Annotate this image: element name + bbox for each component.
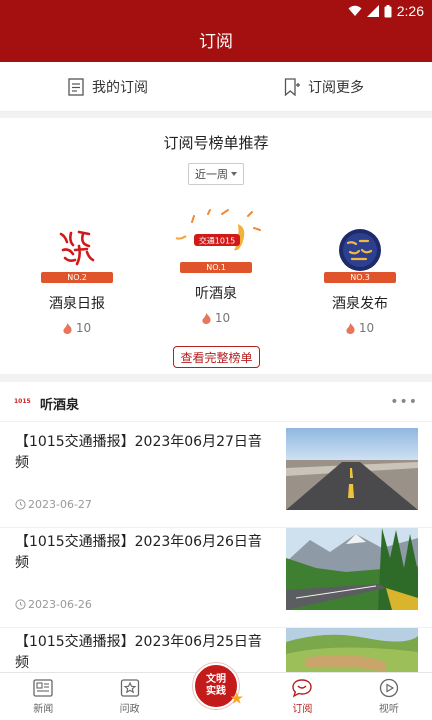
jiuquan-daily-logo — [55, 228, 99, 272]
news-title: 【1015交通播报】2023年06月25日音频 — [15, 634, 262, 671]
document-icon — [68, 77, 84, 96]
top-tabs: 我的订阅 订阅更多 — [0, 62, 432, 112]
tab-my-subscriptions-label: 我的订阅 — [92, 79, 148, 96]
period-dropdown[interactable]: 近一周 — [188, 163, 244, 185]
tab-subscribe-more-label: 订阅更多 — [308, 79, 364, 96]
jiuquan-release-logo — [338, 228, 382, 272]
nav-audio-video[interactable]: 视听 — [346, 673, 432, 720]
channel-section: 1015 听酒泉 ••• 【1015交通播报】2023年06月27日音频 202… — [0, 382, 432, 672]
status-time: 2:26 — [396, 3, 424, 19]
bookmark-add-icon — [284, 77, 300, 96]
news-date: 2023-06-27 — [15, 498, 92, 511]
battery-icon — [384, 4, 392, 17]
news-thumbnail-road — [286, 428, 418, 510]
rank-badge: NO.3 — [324, 272, 396, 283]
bottom-nav: 新闻 问政 文明实践 ★ 订阅 视听 — [0, 663, 432, 720]
nav-subscribe-label: 订阅 — [292, 704, 313, 715]
ranking-card: 订阅号榜单推荐 近一周 NO.2 酒泉日报 10 交通1015 NO.1 听酒泉… — [0, 118, 432, 374]
nav-civilization-practice[interactable]: 文明实践 ★ — [173, 663, 259, 720]
flame-icon — [63, 322, 72, 334]
news-thumbnail-hills — [286, 628, 418, 672]
ranking-item-count: 10 — [22, 321, 132, 335]
news-title: 【1015交通播报】2023年06月27日音频 — [15, 434, 262, 471]
rank-badge: NO.2 — [41, 272, 113, 283]
ranking-item-name: 听酒泉 — [195, 286, 237, 302]
nav-inquiry[interactable]: 问政 — [86, 673, 172, 720]
clock-icon — [15, 499, 26, 510]
traffic-1015-logo: 交通1015 — [168, 206, 264, 264]
view-full-ranking-button[interactable]: 查看完整榜单 — [173, 346, 260, 368]
newspaper-icon — [33, 679, 53, 697]
channel-name: 听酒泉 — [40, 398, 80, 413]
ranking-title: 订阅号榜单推荐 — [163, 134, 269, 152]
chevron-down-icon — [231, 172, 237, 176]
channel-logo: 1015 — [14, 398, 31, 405]
ranking-item-3[interactable]: NO.3 酒泉发布 10 — [305, 228, 415, 335]
news-item[interactable]: 【1015交通播报】2023年06月26日音频 2023-06-26 — [0, 528, 432, 628]
ranking-item-name: 酒泉发布 — [332, 296, 388, 312]
ranking-item-name: 酒泉日报 — [49, 296, 105, 312]
nav-inquiry-label: 问政 — [119, 704, 140, 715]
ranking-item-2[interactable]: NO.2 酒泉日报 10 — [22, 228, 132, 335]
status-icons: 2:26 — [348, 3, 424, 19]
svg-text:交通1015: 交通1015 — [199, 236, 235, 246]
nav-subscribe[interactable]: 订阅 — [259, 673, 345, 720]
wifi-icon — [348, 5, 362, 16]
news-date: 2023-06-26 — [15, 598, 92, 611]
tab-my-subscriptions[interactable]: 我的订阅 — [0, 62, 216, 111]
clock-icon — [15, 599, 26, 610]
news-title: 【1015交通播报】2023年06月26日音频 — [15, 534, 262, 571]
more-options-icon[interactable]: ••• — [390, 394, 418, 410]
chat-bubble-icon — [292, 679, 313, 698]
ranking-item-count: 10 — [305, 321, 415, 335]
nav-news[interactable]: 新闻 — [0, 673, 86, 720]
star-icon: ★ — [230, 691, 244, 707]
nav-news-label: 新闻 — [33, 704, 54, 715]
star-box-icon — [120, 679, 139, 697]
nav-audio-video-label: 视听 — [378, 704, 399, 715]
civilization-badge-icon: 文明实践 ★ — [193, 663, 243, 709]
flame-icon — [202, 312, 211, 324]
page-title: 订阅 — [0, 22, 432, 62]
channel-header[interactable]: 1015 听酒泉 ••• — [0, 382, 432, 422]
period-value: 近一周 — [195, 168, 228, 181]
signal-icon — [366, 5, 379, 17]
play-circle-icon — [379, 678, 398, 698]
flame-icon — [346, 322, 355, 334]
news-item[interactable]: 【1015交通播报】2023年06月27日音频 2023-06-27 — [0, 428, 432, 528]
ranking-item-1[interactable]: 交通1015 NO.1 听酒泉 10 — [161, 206, 271, 325]
ranking-item-count: 10 — [161, 311, 271, 325]
tab-subscribe-more[interactable]: 订阅更多 — [216, 62, 432, 111]
news-thumbnail-mountain-road — [286, 528, 418, 610]
status-bar: 2:26 — [0, 0, 432, 22]
